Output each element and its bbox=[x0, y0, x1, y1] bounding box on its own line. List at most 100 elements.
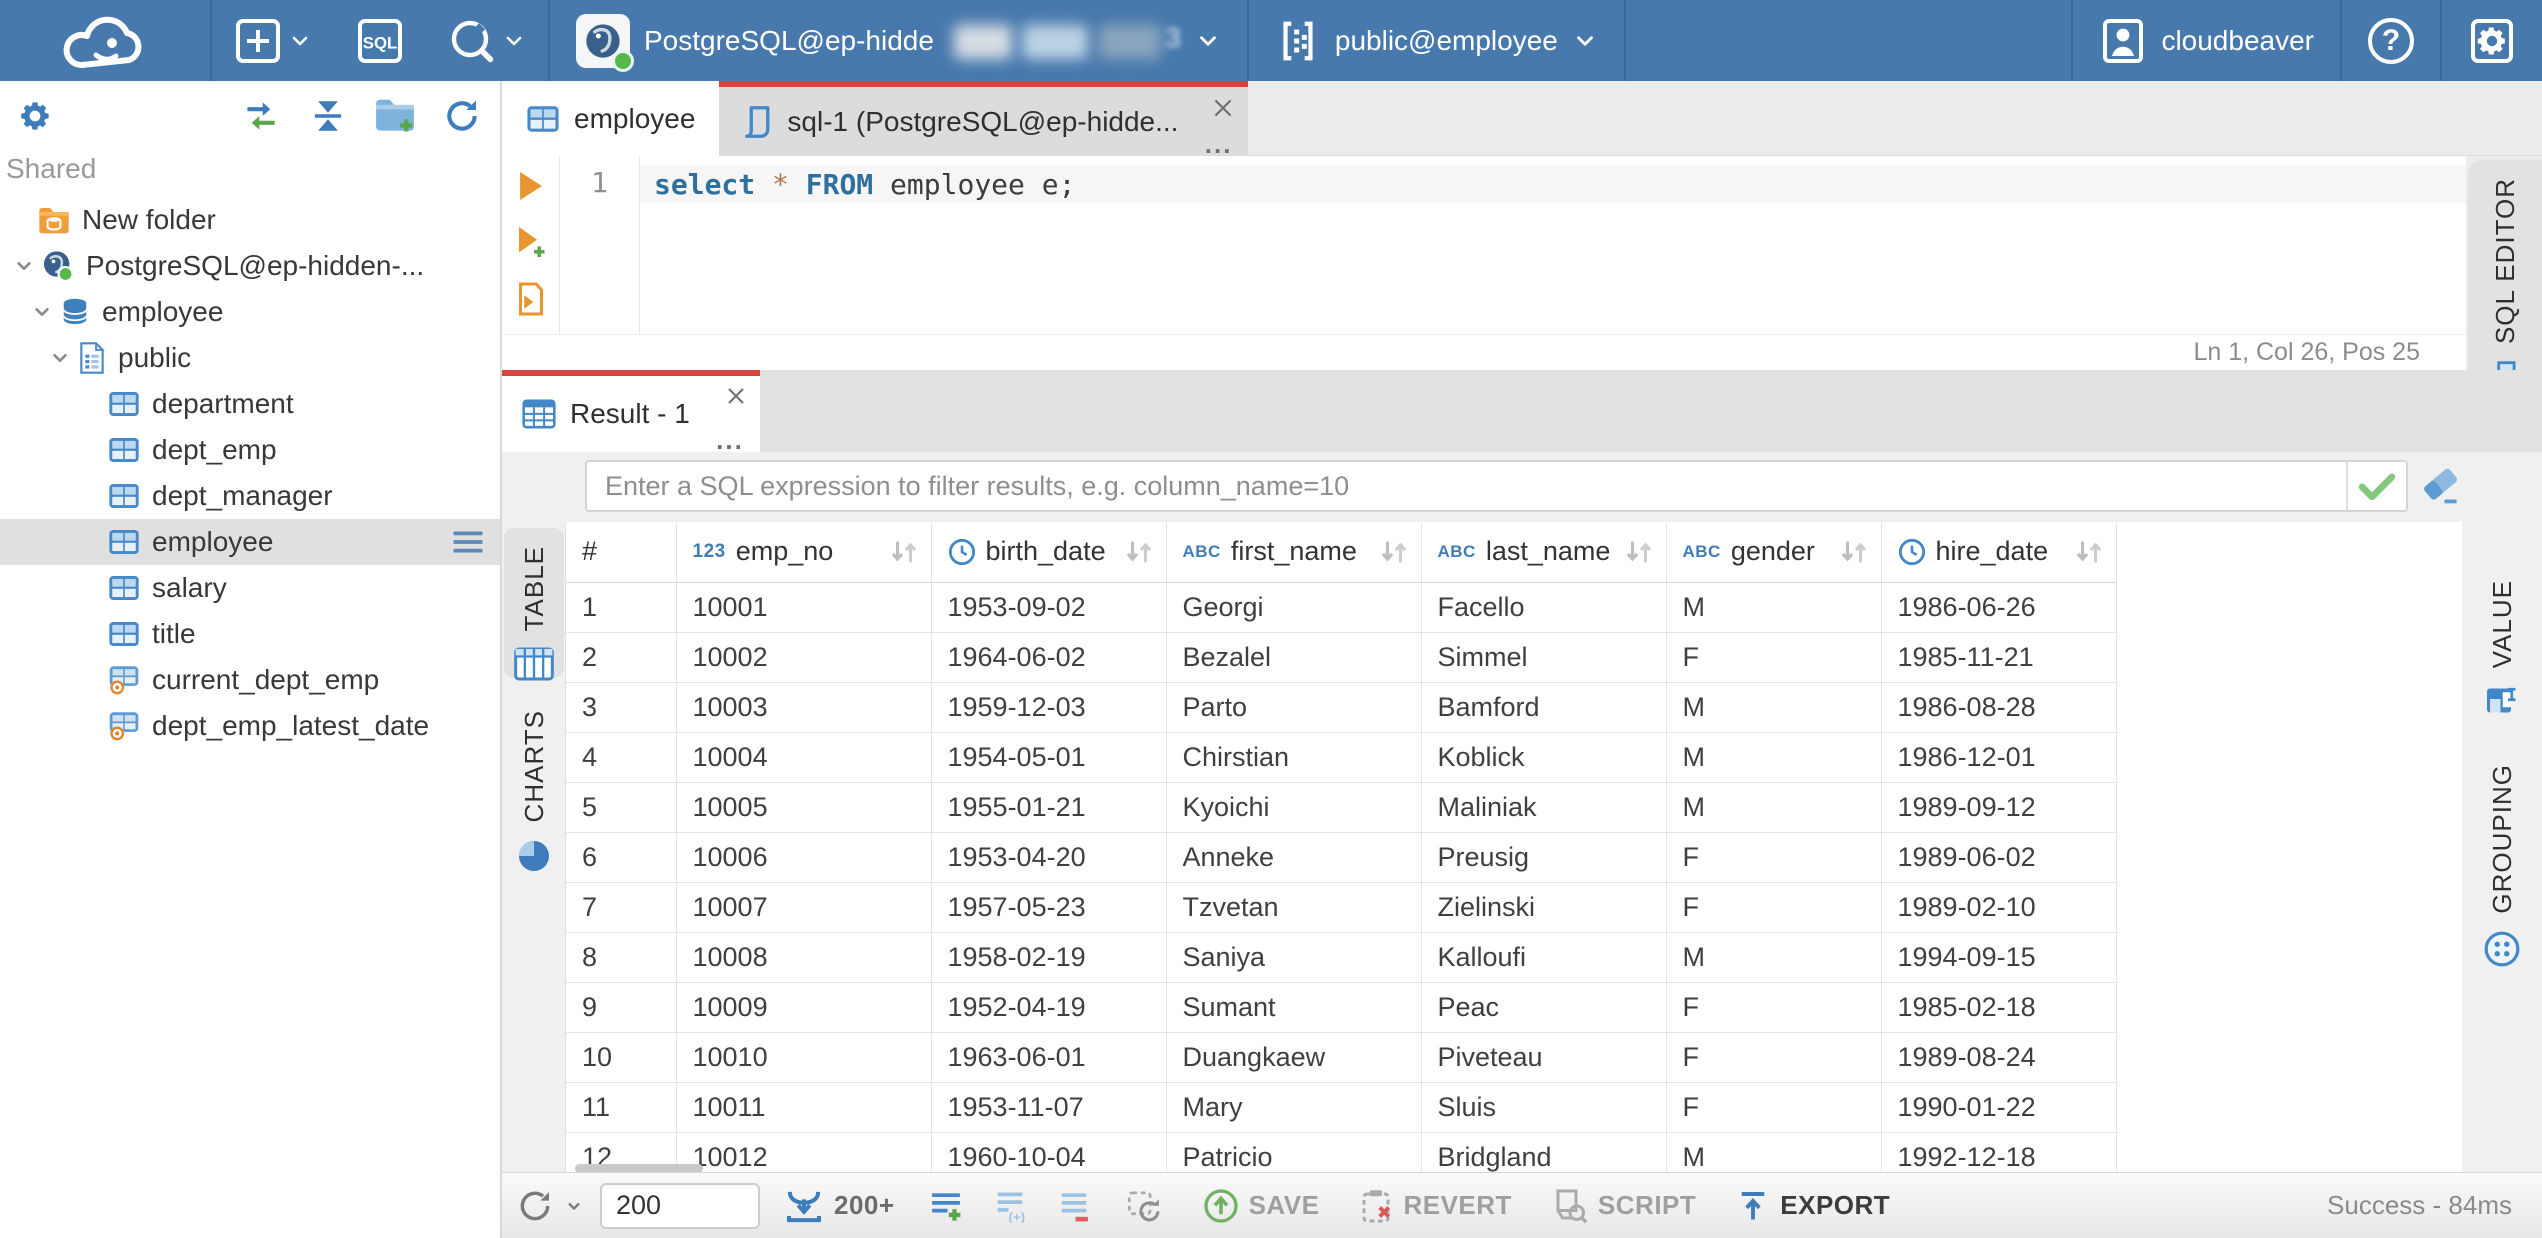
tab-result-1[interactable]: Result - 1 ... bbox=[502, 370, 760, 453]
table-cell[interactable]: M bbox=[1666, 1132, 1882, 1174]
table-cell[interactable]: 10002 bbox=[676, 632, 932, 683]
sort-icon[interactable] bbox=[2072, 539, 2106, 565]
revert-button[interactable]: REVERT bbox=[1359, 1188, 1511, 1224]
tree-item-employee[interactable]: employee bbox=[0, 289, 500, 335]
tab-employee[interactable]: employee bbox=[502, 81, 720, 156]
table-cell[interactable]: Mary bbox=[1166, 1082, 1422, 1133]
tree-item-dept-emp-latest-date[interactable]: dept_emp_latest_date bbox=[0, 703, 500, 749]
tab-sql-editor-panel[interactable]: SQL EDITOR bbox=[2468, 160, 2542, 400]
table-cell[interactable]: F bbox=[1666, 832, 1882, 883]
table-cell[interactable]: Kalloufi bbox=[1421, 932, 1667, 983]
tab-sql-1[interactable]: sql-1 (PostgreSQL@ep-hidde... ... bbox=[719, 81, 1249, 157]
table-cell[interactable]: Saniya bbox=[1166, 932, 1422, 983]
table-cell[interactable]: 10006 bbox=[676, 832, 932, 883]
table-cell[interactable]: 10010 bbox=[676, 1032, 932, 1083]
row-number-cell[interactable]: 11 bbox=[566, 1082, 677, 1133]
table-cell[interactable]: 1957-05-23 bbox=[931, 882, 1167, 933]
table-cell[interactable]: 10005 bbox=[676, 782, 932, 833]
table-cell[interactable]: Georgi bbox=[1166, 582, 1422, 633]
tab-grouping-panel[interactable]: GROUPING bbox=[2462, 746, 2542, 986]
table-cell[interactable]: 10012 bbox=[676, 1132, 932, 1174]
table-cell[interactable]: 10009 bbox=[676, 982, 932, 1033]
table-cell[interactable]: 1992-12-18 bbox=[1881, 1132, 2117, 1174]
column-header-birth-date[interactable]: birth_date bbox=[931, 522, 1167, 583]
table-cell[interactable]: 1964-06-02 bbox=[931, 632, 1167, 683]
row-number-cell[interactable]: 6 bbox=[566, 832, 677, 883]
table-cell[interactable]: Piveteau bbox=[1421, 1032, 1667, 1083]
tree-item-employee[interactable]: employee bbox=[0, 519, 500, 565]
tree-item-dept-manager[interactable]: dept_manager bbox=[0, 473, 500, 519]
sort-icon[interactable] bbox=[1622, 539, 1656, 565]
table-cell[interactable]: Parto bbox=[1166, 682, 1422, 733]
row-number-cell[interactable]: 2 bbox=[566, 632, 677, 683]
collapse-all-button[interactable] bbox=[308, 98, 348, 134]
table-cell[interactable]: 1953-11-07 bbox=[931, 1082, 1167, 1133]
table-cell[interactable]: Tzvetan bbox=[1166, 882, 1422, 933]
table-cell[interactable]: 1958-02-19 bbox=[931, 932, 1167, 983]
row-number-cell[interactable]: 7 bbox=[566, 882, 677, 933]
row-number-cell[interactable]: 1 bbox=[566, 582, 677, 633]
tree-item-new-folder[interactable]: New folder bbox=[0, 197, 500, 243]
column-header-emp-no[interactable]: 123 emp_no bbox=[676, 522, 932, 583]
save-button[interactable]: SAVE bbox=[1203, 1188, 1320, 1224]
table-cell[interactable]: Patricio bbox=[1166, 1132, 1422, 1174]
item-menu-icon[interactable] bbox=[450, 529, 486, 555]
result-menu-button[interactable]: ... bbox=[716, 427, 744, 453]
table-cell[interactable]: M bbox=[1666, 782, 1882, 833]
table-cell[interactable]: Facello bbox=[1421, 582, 1667, 633]
tab-table-view[interactable]: TABLE bbox=[504, 528, 564, 681]
add-row-button[interactable] bbox=[927, 1189, 965, 1223]
export-button[interactable]: EXPORT bbox=[1736, 1188, 1890, 1224]
chevron-down-icon[interactable] bbox=[42, 345, 78, 371]
help-button[interactable]: ? bbox=[2342, 0, 2440, 81]
table-cell[interactable]: 1963-06-01 bbox=[931, 1032, 1167, 1083]
table-cell[interactable]: Preusig bbox=[1421, 832, 1667, 883]
apply-filter-button[interactable] bbox=[2346, 462, 2406, 510]
row-number-cell[interactable]: 10 bbox=[566, 1032, 677, 1083]
table-cell[interactable]: 1986-08-28 bbox=[1881, 682, 2117, 733]
row-number-cell[interactable]: 8 bbox=[566, 932, 677, 983]
sort-icon[interactable] bbox=[1377, 539, 1411, 565]
row-number-cell[interactable]: 5 bbox=[566, 782, 677, 833]
table-cell[interactable]: 1954-05-01 bbox=[931, 732, 1167, 783]
tree-item-postgresql-ep-hidden[interactable]: PostgreSQL@ep-hidden-... bbox=[0, 243, 500, 289]
row-number-cell[interactable]: 9 bbox=[566, 982, 677, 1033]
table-cell[interactable]: Kyoichi bbox=[1166, 782, 1422, 833]
table-cell[interactable]: 1955-01-21 bbox=[931, 782, 1167, 833]
schema-selector[interactable]: public@employee bbox=[1249, 0, 1624, 81]
table-cell[interactable]: 1990-01-22 bbox=[1881, 1082, 2117, 1133]
table-cell[interactable]: Duangkaew bbox=[1166, 1032, 1422, 1083]
tab-menu-button[interactable]: ... bbox=[1205, 131, 1233, 157]
tree-item-public[interactable]: public bbox=[0, 335, 500, 381]
column-header-rownum[interactable]: # bbox=[566, 522, 677, 583]
tree-item-title[interactable]: title bbox=[0, 611, 500, 657]
table-cell[interactable]: F bbox=[1666, 1032, 1882, 1083]
table-cell[interactable]: M bbox=[1666, 932, 1882, 983]
table-cell[interactable]: 1953-04-20 bbox=[931, 832, 1167, 883]
table-cell[interactable]: 1989-08-24 bbox=[1881, 1032, 2117, 1083]
table-cell[interactable]: 1960-10-04 bbox=[931, 1132, 1167, 1174]
table-cell[interactable]: 1985-11-21 bbox=[1881, 632, 2117, 683]
navigator-settings-button[interactable] bbox=[16, 97, 54, 135]
table-cell[interactable]: 10003 bbox=[676, 682, 932, 733]
row-number-cell[interactable]: 3 bbox=[566, 682, 677, 733]
table-cell[interactable]: Koblick bbox=[1421, 732, 1667, 783]
table-cell[interactable]: Bridgland bbox=[1421, 1132, 1667, 1174]
table-cell[interactable]: 10007 bbox=[676, 882, 932, 933]
table-cell[interactable]: Maliniak bbox=[1421, 782, 1667, 833]
table-cell[interactable]: 1994-09-15 bbox=[1881, 932, 2117, 983]
chevron-down-icon[interactable] bbox=[24, 299, 60, 325]
open-sql-editor-button[interactable]: SQL bbox=[334, 0, 426, 81]
script-button[interactable]: SCRIPT bbox=[1552, 1188, 1696, 1224]
connection-selector[interactable]: PostgreSQL@ep-hidde 3 bbox=[550, 0, 1247, 81]
table-cell[interactable]: Zielinski bbox=[1421, 882, 1667, 933]
tree-item-current-dept-emp[interactable]: current_dept_emp bbox=[0, 657, 500, 703]
explain-plan-button[interactable] bbox=[516, 282, 546, 319]
delete-row-button[interactable] bbox=[1055, 1189, 1093, 1223]
table-cell[interactable]: M bbox=[1666, 582, 1882, 633]
table-cell[interactable]: 1985-02-18 bbox=[1881, 982, 2117, 1033]
refresh-tree-button[interactable] bbox=[442, 97, 482, 135]
row-number-cell[interactable]: 4 bbox=[566, 732, 677, 783]
table-cell[interactable]: Sumant bbox=[1166, 982, 1422, 1033]
table-cell[interactable]: 1989-02-10 bbox=[1881, 882, 2117, 933]
